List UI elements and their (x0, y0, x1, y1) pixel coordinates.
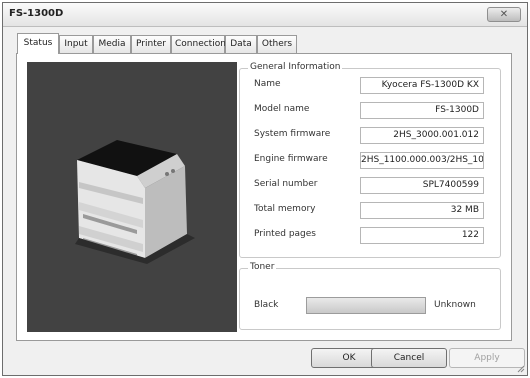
window-title: FS-1300D (9, 8, 64, 19)
toner-group: Toner Black Unknown (239, 262, 501, 330)
toner-status: Unknown (434, 300, 476, 310)
name-field[interactable]: Kyocera FS-1300D KX (360, 77, 484, 94)
close-button[interactable]: ✕ (487, 7, 521, 22)
tab-data[interactable]: Data (225, 35, 257, 53)
model-name-label: Model name (254, 104, 310, 114)
apply-button[interactable]: Apply (449, 348, 525, 368)
engine-firmware-label: Engine firmware (254, 154, 328, 164)
printer-preview-image (27, 62, 237, 332)
tab-printer[interactable]: Printer (131, 35, 171, 53)
general-information-title: General Information (248, 62, 343, 72)
system-firmware-label: System firmware (254, 129, 331, 139)
toner-title: Toner (248, 262, 277, 272)
status-tab-panel: General Information Name Kyocera FS-1300… (16, 53, 512, 341)
printer-properties-window: FS-1300D ✕ Status Input Media Printer Co… (2, 2, 528, 376)
system-firmware-field[interactable]: 2HS_3000.001.012 (360, 127, 484, 144)
serial-number-field[interactable]: SPL7400599 (360, 177, 484, 194)
name-label: Name (254, 79, 281, 89)
toner-level-bar (306, 297, 426, 314)
printed-pages-field[interactable]: 122 (360, 227, 484, 244)
printer-image (75, 140, 195, 264)
engine-firmware-field[interactable]: 2HS_1100.000.003/2HS_10 (360, 152, 484, 169)
tab-media[interactable]: Media (93, 35, 131, 53)
serial-number-label: Serial number (254, 179, 318, 189)
general-information-group: General Information Name Kyocera FS-1300… (239, 62, 501, 258)
total-memory-field[interactable]: 32 MB (360, 202, 484, 219)
toner-black-label: Black (254, 300, 279, 310)
tab-others[interactable]: Others (257, 35, 297, 53)
resize-grip-icon[interactable] (515, 363, 525, 373)
title-bar[interactable]: FS-1300D ✕ (3, 3, 527, 27)
cancel-button[interactable]: Cancel (371, 348, 447, 368)
total-memory-label: Total memory (254, 204, 316, 214)
model-name-field[interactable]: FS-1300D (360, 102, 484, 119)
tab-connection[interactable]: Connection (171, 35, 226, 53)
printed-pages-label: Printed pages (254, 229, 316, 239)
tab-input[interactable]: Input (59, 35, 93, 53)
tab-status[interactable]: Status (17, 33, 59, 54)
